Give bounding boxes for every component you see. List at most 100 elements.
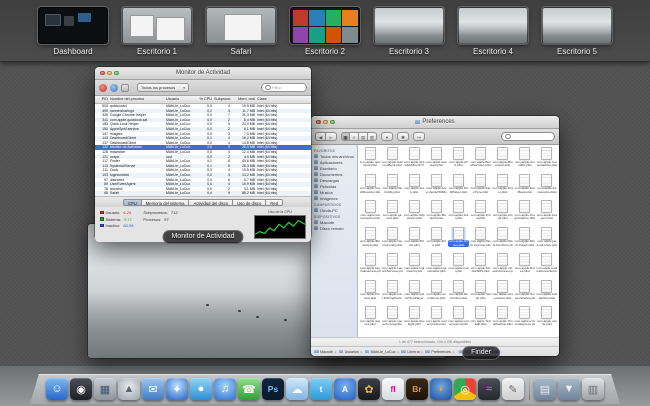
space-dashboard[interactable]: Dashboard [38, 7, 108, 56]
file-item[interactable]: com.apple.QuickTimePlayerX.plist [403, 280, 425, 307]
dock-mission-control-icon[interactable]: ▦ [94, 378, 116, 400]
file-item[interactable]: com.apple.loginwindow.plist [425, 253, 447, 280]
file-item[interactable]: com.apple.xcode.plist [536, 306, 558, 333]
space-thumbnail[interactable] [542, 7, 612, 44]
file-item[interactable]: com.apple.BezelServices.plist [470, 147, 492, 174]
dock-messages-icon[interactable]: ● [190, 378, 212, 400]
file-item[interactable]: com.apple.DiskUtility.plist [381, 174, 403, 201]
close-button[interactable] [100, 71, 105, 76]
sample-process-icon[interactable] [121, 84, 129, 92]
file-item[interactable]: com.apple.gamed.plist [381, 200, 403, 227]
space-thumbnail[interactable] [290, 7, 360, 44]
dock-launchpad-icon[interactable]: ▲ [118, 378, 140, 400]
dock-finder-icon[interactable]: ☺ [46, 378, 68, 400]
dock-iphoto-icon[interactable]: ✿ [358, 378, 380, 400]
am-column-header[interactable]: Usuario [165, 96, 198, 103]
file-item[interactable]: com.apple.DVDPlayer.plist [447, 174, 469, 201]
file-item[interactable]: com.apple.screensaver.plist [492, 280, 514, 307]
view-button[interactable]: ≡ [350, 132, 359, 141]
file-item[interactable]: com.apple.CrashReporter.plist [359, 174, 381, 201]
am-tab-red[interactable]: Red [266, 199, 283, 206]
file-item[interactable]: com.apple.assistant.plist [425, 147, 447, 174]
am-titlebar[interactable]: Monitor de Actividad [95, 67, 311, 80]
file-item[interactable]: com.apple.universalaccess.plist [514, 306, 536, 333]
file-item[interactable]: com.apple.iPod.plist [425, 227, 447, 254]
window-label-activity-monitor[interactable]: Monitor de Actividad [162, 230, 243, 244]
process-scope-popup[interactable]: Todos los procesos ▾ [137, 83, 189, 92]
am-tab-actividad-del-disco[interactable]: Actividad del disco [189, 199, 233, 206]
space-thumbnail[interactable] [458, 7, 528, 44]
file-item[interactable]: com.apple.iChat.plist [470, 200, 492, 227]
file-item[interactable]: com.apple.spaces.plist [359, 306, 381, 333]
file-item[interactable]: com.apple.finder.plist [492, 174, 514, 201]
space-escritorio-5[interactable]: Escritorio 5 [542, 7, 612, 56]
space-thumbnail[interactable] [374, 7, 444, 44]
file-item[interactable]: com.apple.Spotlight.plist [403, 306, 425, 333]
file-item[interactable]: com.apple.helpviewer.plist [403, 200, 425, 227]
file-item[interactable]: com.apple.iWork.Numbers.plist [492, 227, 514, 254]
file-item[interactable]: com.apple.systemsound.plist [447, 306, 469, 333]
path-item[interactable]: Preferences [425, 350, 450, 354]
dock-twitter-icon[interactable]: t [310, 378, 332, 400]
am-column-header[interactable]: Clase [256, 96, 311, 103]
activity-monitor-window[interactable]: Monitor de Actividad Todos los procesos … [95, 67, 311, 239]
forward-button[interactable]: ▶ [326, 132, 337, 141]
file-item[interactable]: com.apple.Bluetooth.plist [492, 147, 514, 174]
file-item[interactable]: com.apple.CloudKit.plist [514, 147, 536, 174]
file-item[interactable]: com.apple.Reminders.plist [447, 280, 469, 307]
dock-facetime-icon[interactable]: ☎ [238, 378, 260, 400]
dock-icloud-icon[interactable]: ☁ [286, 378, 308, 400]
file-item[interactable]: com.apple.iBooksX.plist [425, 200, 447, 227]
finder-search-field[interactable] [501, 132, 555, 141]
file-item[interactable]: com.apple.ScreenSharing.plist [514, 280, 536, 307]
file-item[interactable]: com.apple.systempreferences.plist [425, 306, 447, 333]
am-column-header[interactable]: % CPU [198, 96, 213, 103]
dock-safari-icon[interactable]: ✦ [166, 378, 188, 400]
dock-photo-booth-icon[interactable]: ◉ [70, 378, 92, 400]
path-item[interactable]: Macode [314, 350, 333, 354]
path-item[interactable]: Librería [401, 350, 419, 354]
back-button[interactable]: ◀ [315, 132, 326, 141]
minimize-button[interactable] [323, 120, 328, 125]
path-item[interactable]: Usuarios [339, 350, 359, 354]
am-tab-cpu[interactable]: CPU [123, 199, 142, 206]
file-item[interactable]: com.apple.GameCenter.plist [359, 200, 381, 227]
dock-bridge-icon[interactable]: Br [406, 378, 428, 400]
view-button[interactable]: ▦ [341, 132, 350, 141]
file-item[interactable]: com.apple.notificationcenterui.plist [536, 253, 558, 280]
file-item[interactable]: com.apple.Notes.plist [514, 253, 536, 280]
dock-activity-monitor-icon[interactable]: ≈ [478, 378, 500, 400]
am-tab-memoria-del-sistema[interactable]: Memoria del sistema [142, 199, 190, 206]
file-item[interactable]: com.apple.AddressBook.plist [381, 147, 403, 174]
file-item[interactable]: com.apple.sidebarlists.plist [536, 280, 558, 307]
finder-titlebar[interactable]: Preferences [311, 116, 559, 129]
file-item[interactable]: com.apple.FontBook.plist [514, 174, 536, 201]
space-escritorio-3[interactable]: Escritorio 3 [374, 7, 444, 56]
dock-firefox-icon[interactable]: ◗ [430, 378, 452, 400]
sidebar-item-disco-remoto[interactable]: Disco remoto [311, 225, 357, 231]
dock-photoshop-icon[interactable]: Ps [262, 378, 284, 400]
finder-window[interactable]: Preferences ◀ ▶ ▦≡▤▥ ▾ ✱ ↪ FAVORITOSTodo… [311, 116, 559, 356]
filter-search-field[interactable]: Filtro [261, 83, 307, 92]
dock-app-store-icon[interactable]: A [334, 378, 356, 400]
view-button[interactable]: ▤ [359, 132, 368, 141]
window-label-finder[interactable]: Finder [462, 346, 500, 360]
dock-documents-stack-icon[interactable]: ▤ [534, 378, 556, 400]
space-escritorio-2[interactable]: Escritorio 2 [290, 7, 360, 56]
space-thumbnail[interactable] [206, 7, 276, 44]
am-column-header[interactable]: Mem. real [231, 96, 256, 103]
file-item[interactable]: com.apple.CoreGraphics.plist [536, 147, 558, 174]
file-item[interactable]: com.apple.loginitems.plist [403, 253, 425, 280]
file-item[interactable]: com.apple.imagent.plist [536, 200, 558, 227]
zoom-button[interactable] [330, 120, 335, 125]
space-escritorio-4[interactable]: Escritorio 4 [458, 7, 528, 56]
file-item[interactable]: com.apple.ATS.plist [447, 147, 469, 174]
dock-downloads-stack-icon[interactable]: ▼ [558, 378, 580, 400]
zoom-button[interactable] [114, 71, 119, 76]
am-column-header[interactable]: Nombre del proceso [109, 96, 165, 103]
file-item[interactable]: com.apple.frameworks.diskimages.plist [536, 174, 558, 201]
file-item[interactable]: com.apple.networkConnect.plist [492, 253, 514, 280]
action-button[interactable]: ✱ [397, 132, 409, 141]
arrange-button[interactable]: ▾ [381, 132, 393, 141]
minimize-button[interactable] [107, 71, 112, 76]
